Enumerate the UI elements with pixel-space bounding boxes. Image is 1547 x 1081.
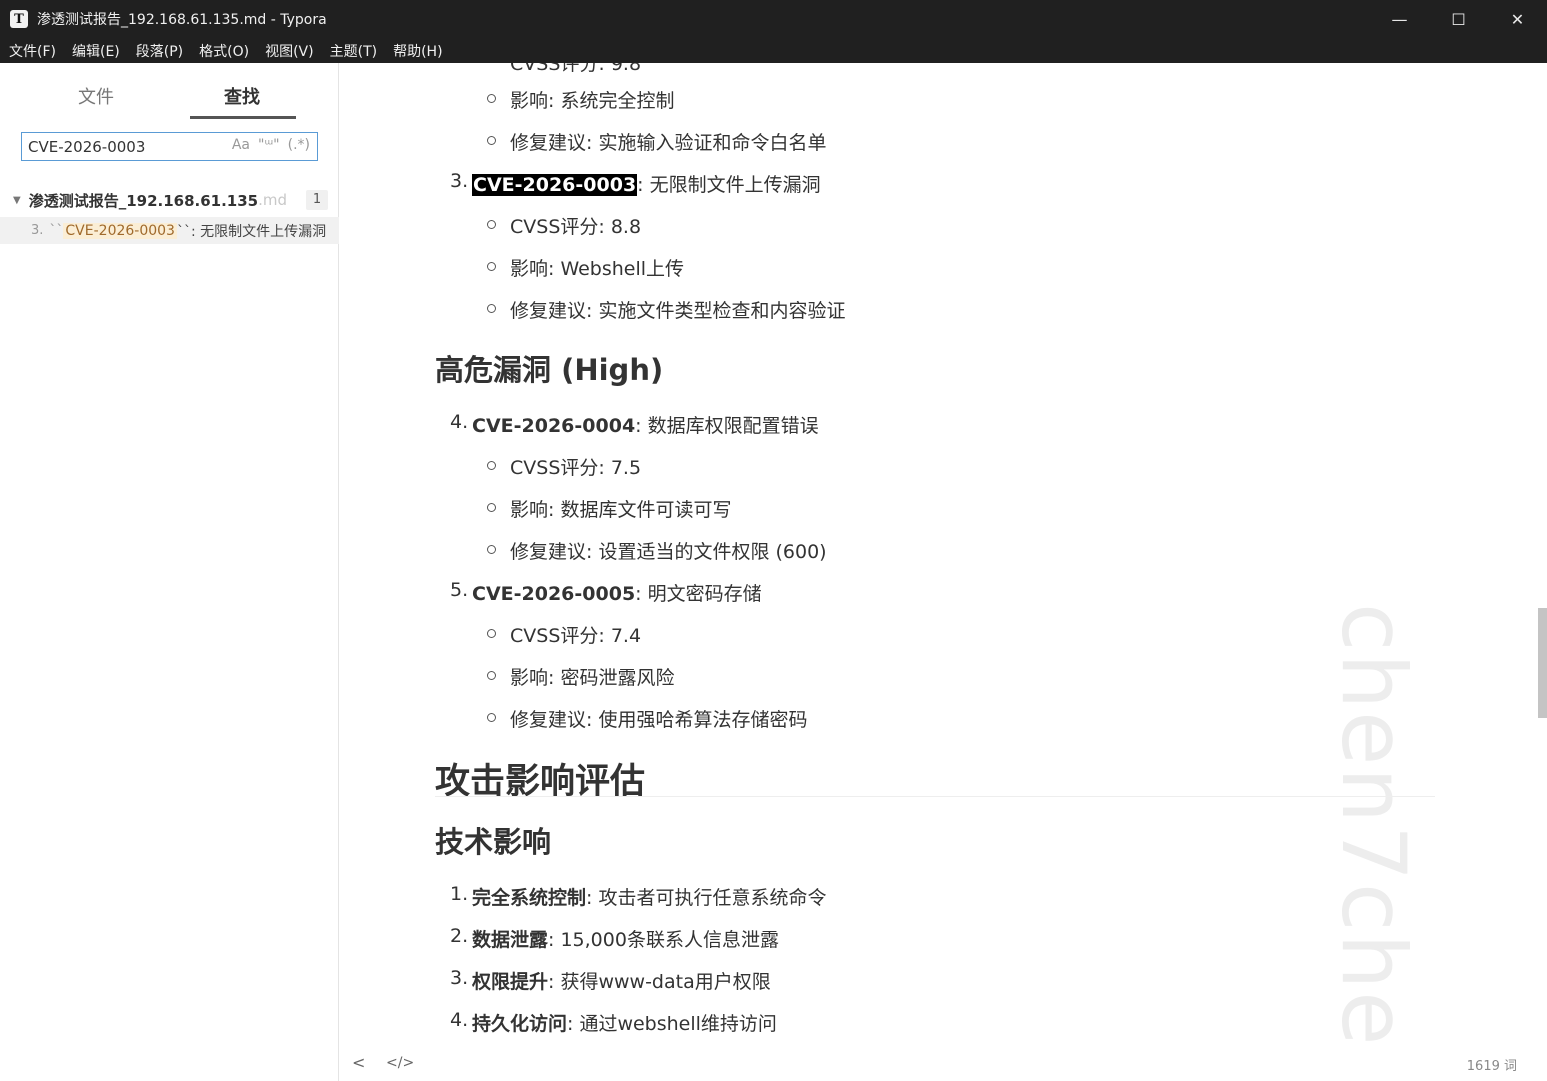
title-bar: T 渗透测试报告_192.168.61.135.md - Typora — ☐ …: [0, 0, 1547, 38]
vuln-title: : 明文密码存储: [635, 583, 762, 605]
typora-app-icon: T: [10, 10, 28, 28]
menu-help[interactable]: 帮助(H): [388, 41, 447, 61]
bullet-icon: [487, 713, 496, 722]
bullet-icon: [487, 671, 496, 680]
result-file-name: 渗透测试报告_192.168.61.135: [28, 191, 259, 210]
active-tab-indicator: [190, 116, 296, 119]
impact-label: 完全系统控制: [472, 887, 587, 909]
result-count-badge: 1: [306, 190, 328, 210]
bullet-icon: [487, 220, 496, 229]
list-item: 修复建议: 使用强哈希算法存储密码: [510, 709, 808, 731]
impact-label: 数据泄露: [472, 929, 549, 951]
vuln-item-4: CVE-2026-0004: 数据库权限配置错误: [472, 411, 819, 438]
heading-tech-impact: 技术影响: [435, 825, 552, 859]
list-item: CVSS评分: 7.5: [510, 457, 642, 479]
word-count[interactable]: 1619 词: [1467, 1055, 1517, 1074]
bullet-icon: [487, 545, 496, 554]
tab-files[interactable]: 文件: [78, 83, 114, 109]
result-line-number: 3.: [31, 223, 44, 238]
tab-search[interactable]: 查找: [224, 83, 260, 109]
impact-text: : 获得www-data用户权限: [548, 971, 771, 993]
impact-label: 持久化访问: [472, 1013, 568, 1035]
vuln-item-3: CVE-2026-0003: 无限制文件上传漏洞: [472, 170, 821, 197]
window-controls: — ☐ ✕: [1370, 0, 1547, 38]
minimize-button[interactable]: —: [1370, 0, 1429, 38]
menu-format[interactable]: 格式(O): [194, 41, 254, 61]
list-item: 修复建议: 实施文件类型检查和内容验证: [510, 300, 846, 322]
list-number: 2.: [450, 925, 469, 947]
impact-label: 权限提升: [472, 971, 549, 993]
list-number: 3.: [450, 967, 469, 989]
vuln-item-5: CVE-2026-0005: 明文密码存储: [472, 579, 762, 606]
result-suffix: ``: 无限制文件上传漏洞: [176, 223, 327, 240]
bullet-icon: [487, 503, 496, 512]
search-match-highlight: CVE-2026-0003: [472, 174, 638, 196]
menu-edit[interactable]: 编辑(E): [67, 41, 125, 61]
maximize-button[interactable]: ☐: [1429, 0, 1488, 38]
list-item: 影响: 数据库文件可读可写: [510, 499, 732, 521]
search-box: Aa "ᵚ" (.*): [21, 132, 318, 161]
vuln-title: : 无限制文件上传漏洞: [637, 174, 821, 196]
menu-themes[interactable]: 主题(T): [325, 41, 382, 61]
close-button[interactable]: ✕: [1488, 0, 1547, 38]
menu-paragraph[interactable]: 段落(P): [131, 41, 188, 61]
list-number: 5.: [450, 579, 469, 601]
regex-toggle[interactable]: (.*): [288, 137, 310, 153]
scrollbar-thumb[interactable]: [1538, 608, 1547, 718]
impact-item: 持久化访问: 通过webshell维持访问: [472, 1009, 777, 1036]
search-options: Aa "ᵚ" (.*): [232, 137, 310, 153]
list-number: 3.: [450, 170, 469, 192]
collapse-caret-icon[interactable]: ▼: [13, 195, 21, 206]
match-case-toggle[interactable]: Aa: [232, 137, 250, 153]
search-input[interactable]: [28, 137, 228, 156]
bullet-icon: [487, 94, 496, 103]
vuln-id: CVE-2026-0005: [472, 583, 636, 605]
bullet-icon: [487, 629, 496, 638]
menu-view[interactable]: 视图(V): [260, 41, 319, 61]
status-bar: < </> 1619 词: [340, 1046, 1547, 1081]
list-item: 影响: Webshell上传: [510, 258, 685, 280]
impact-item: 数据泄露: 15,000条联系人信息泄露: [472, 925, 779, 952]
result-file-ext: .md: [258, 191, 288, 209]
list-item: CVSS评分: 7.4: [510, 625, 642, 647]
window-title: 渗透测试报告_192.168.61.135.md - Typora: [37, 12, 327, 28]
result-prefix: ``: [49, 222, 64, 239]
list-item: 影响: 密码泄露风险: [510, 667, 675, 689]
impact-item: 权限提升: 获得www-data用户权限: [472, 967, 771, 994]
sidebar-tabs: 文件 查找: [0, 63, 339, 121]
vuln-title: : 数据库权限配置错误: [635, 415, 819, 437]
menu-file[interactable]: 文件(F): [4, 41, 61, 61]
list-number: 1.: [450, 883, 469, 905]
bullet-icon: [487, 136, 496, 145]
list-number: 4.: [450, 1009, 469, 1031]
menu-bar: 文件(F) 编辑(E) 段落(P) 格式(O) 视图(V) 主题(T) 帮助(H…: [0, 38, 1547, 63]
list-number: 4.: [450, 411, 469, 433]
toggle-sidebar-button[interactable]: <: [352, 1053, 365, 1072]
bullet-icon: [487, 461, 496, 470]
bullet-icon: [487, 262, 496, 271]
list-item: 修复建议: 设置适当的文件权限 (600): [510, 541, 827, 563]
heading-high: 高危漏洞 (High): [435, 353, 664, 387]
sidebar: 文件 查找 Aa "ᵚ" (.*) ▼ 渗透测试报告_192.168.61.13…: [0, 63, 339, 1081]
list-item: CVSS评分: 8.8: [510, 216, 642, 238]
watermark: chen7chen: [1322, 603, 1425, 1081]
search-result-file[interactable]: ▼ 渗透测试报告_192.168.61.135 .md 1: [0, 187, 339, 213]
search-result-row[interactable]: 3. `` CVE-2026-0003 ``: 无限制文件上传漏洞: [0, 217, 339, 244]
editor-pane[interactable]: chen7chen CVSS评分: 9.8 影响: 系统完全控制 修复建议: 实…: [340, 63, 1547, 1081]
list-item-cvss-partial: CVSS评分: 9.8: [510, 63, 642, 75]
source-mode-button[interactable]: </>: [386, 1055, 414, 1071]
impact-text: : 攻击者可执行任意系统命令: [586, 887, 827, 909]
impact-text: : 通过webshell维持访问: [567, 1013, 777, 1035]
whole-word-toggle[interactable]: "ᵚ": [258, 137, 280, 153]
list-item: 影响: 系统完全控制: [510, 90, 675, 112]
result-match-highlight: CVE-2026-0003: [63, 222, 177, 239]
impact-item: 完全系统控制: 攻击者可执行任意系统命令: [472, 883, 826, 910]
bullet-icon: [487, 304, 496, 313]
list-item: 修复建议: 实施输入验证和命令白名单: [510, 132, 827, 154]
heading-rule: [435, 796, 1435, 797]
vuln-id: CVE-2026-0004: [472, 415, 636, 437]
impact-text: : 15,000条联系人信息泄露: [548, 929, 779, 951]
